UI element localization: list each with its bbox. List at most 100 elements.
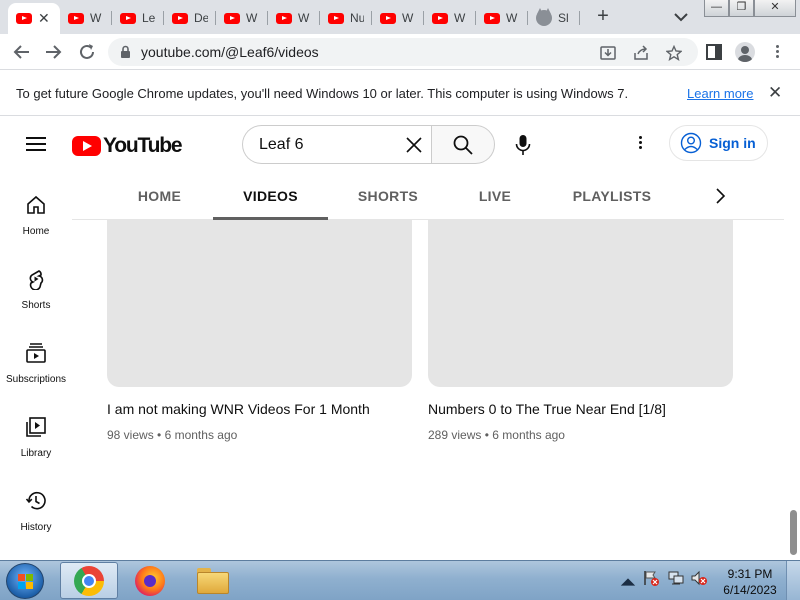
history-icon — [25, 491, 46, 510]
youtube-favicon-icon — [16, 13, 32, 24]
address-bar[interactable]: youtube.com/@Leaf6/videos — [108, 38, 698, 66]
restore-button[interactable]: ❐ — [729, 0, 754, 17]
system-clock[interactable]: 9:31 PM 6/14/2023 — [718, 566, 782, 598]
install-app-icon[interactable] — [600, 45, 616, 61]
tab-title: De — [194, 11, 208, 25]
side-panel-icon[interactable] — [705, 43, 723, 61]
tab-search-chevron-icon[interactable] — [671, 8, 691, 26]
volume-muted-icon[interactable] — [690, 569, 708, 587]
windows-taskbar: 9:31 PM 6/14/2023 — [0, 560, 800, 600]
youtube-logo[interactable]: YouTube — [72, 134, 183, 158]
minimize-button[interactable]: — — [704, 0, 729, 17]
back-arrow-icon[interactable] — [11, 41, 33, 63]
close-tab-icon[interactable]: ✕ — [38, 10, 50, 27]
chrome-menu-icon[interactable] — [776, 45, 780, 59]
tab[interactable]: De — [164, 6, 216, 30]
tab[interactable]: W — [372, 6, 424, 30]
search-query[interactable]: Leaf 6 — [259, 136, 303, 154]
taskbar-explorer[interactable] — [184, 562, 242, 599]
tab-strip: ✕ W Le De W W Nu W W W Sl + — ❐ ✕ — [0, 0, 800, 34]
tab[interactable]: W — [216, 6, 268, 30]
channel-tabs: HOME VIDEOS SHORTS LIVE PLAYLISTS — [72, 173, 784, 220]
view-count: 98 views — [107, 428, 154, 442]
tab-active[interactable]: ✕ — [8, 3, 60, 34]
microphone-icon[interactable] — [511, 133, 535, 157]
youtube-wordmark: YouTube — [103, 134, 183, 157]
tab[interactable]: Sl — [528, 6, 580, 30]
video-title[interactable]: Numbers 0 to The True Near End [1/8] — [428, 401, 666, 417]
video-metadata: 98 views • 6 months ago — [107, 428, 237, 442]
settings-menu-icon[interactable] — [639, 136, 643, 152]
youtube-play-icon — [72, 136, 101, 156]
guide-item-history[interactable]: History — [0, 490, 72, 533]
show-desktop-button[interactable] — [786, 561, 800, 600]
guide-label: Home — [22, 226, 50, 237]
tab[interactable]: W — [268, 6, 320, 30]
youtube-favicon-icon — [328, 12, 344, 24]
guide-item-home[interactable]: Home — [0, 194, 72, 237]
windows-logo-icon — [18, 574, 33, 589]
tab-shorts[interactable]: SHORTS — [346, 173, 430, 220]
sign-in-button[interactable]: Sign in — [669, 125, 768, 161]
video-thumbnail[interactable] — [428, 220, 733, 387]
new-tab-button[interactable]: + — [592, 5, 614, 27]
explorer-icon — [197, 567, 229, 594]
tab[interactable]: Nu — [320, 6, 372, 30]
video-thumbnail[interactable] — [107, 220, 412, 387]
start-button[interactable] — [6, 563, 44, 599]
close-window-button[interactable]: ✕ — [754, 0, 796, 17]
url-text[interactable]: youtube.com/@Leaf6/videos — [141, 44, 319, 60]
update-infobar: To get future Google Chrome updates, you… — [0, 71, 800, 116]
guide-item-library[interactable]: Library — [0, 416, 72, 459]
lock-icon[interactable] — [120, 45, 131, 59]
show-hidden-icons-icon[interactable] — [619, 573, 637, 591]
bookmark-star-icon[interactable] — [666, 45, 682, 61]
youtube-favicon-icon — [484, 12, 500, 24]
tab[interactable]: W — [424, 6, 476, 30]
guide-menu-icon[interactable] — [26, 137, 46, 151]
share-icon[interactable] — [633, 45, 649, 61]
shorts-icon — [29, 270, 44, 290]
tab-title: W — [90, 11, 102, 25]
tab-live[interactable]: LIVE — [468, 173, 522, 220]
search-button[interactable] — [431, 125, 495, 164]
tab-videos[interactable]: VIDEOS — [213, 173, 328, 220]
guide-label: Shorts — [21, 300, 51, 311]
tab[interactable]: W — [476, 6, 528, 30]
video-metadata: 289 views • 6 months ago — [428, 428, 565, 442]
tab-home[interactable]: HOME — [124, 173, 195, 220]
chevron-right-icon[interactable] — [712, 187, 728, 205]
clock-time: 9:31 PM — [727, 567, 773, 581]
taskbar-chrome[interactable] — [60, 562, 118, 599]
meta-separator: • — [484, 428, 489, 442]
forward-arrow-icon[interactable] — [42, 41, 64, 63]
youtube-favicon-icon — [172, 12, 188, 24]
infobar-close-icon[interactable]: ✕ — [768, 83, 782, 103]
search-input[interactable]: Leaf 6 — [242, 125, 432, 164]
view-count: 289 views — [428, 428, 482, 442]
tab-title: W — [298, 11, 310, 25]
tab-title: W — [454, 11, 466, 25]
network-icon[interactable] — [667, 569, 685, 587]
profile-avatar-icon[interactable] — [735, 42, 755, 62]
guide-item-subscriptions[interactable]: Subscriptions — [0, 342, 72, 385]
tab-title: W — [402, 11, 414, 25]
guide-item-shorts[interactable]: Shorts — [0, 268, 72, 311]
youtube-masthead: YouTube Leaf 6 Sign in — [0, 117, 800, 173]
youtube-favicon-icon — [68, 12, 84, 24]
video-title[interactable]: I am not making WNR Videos For 1 Month — [107, 401, 370, 417]
tab[interactable]: Le — [112, 6, 164, 30]
youtube-favicon-icon — [224, 12, 240, 24]
reload-icon[interactable] — [76, 41, 98, 63]
scrollbar-thumb[interactable] — [790, 510, 797, 555]
clear-search-icon[interactable] — [405, 136, 423, 154]
taskbar-firefox[interactable] — [121, 562, 179, 599]
tab-title: Sl — [558, 11, 569, 25]
tab-playlists[interactable]: PLAYLISTS — [562, 173, 662, 220]
youtube-favicon-icon — [380, 12, 396, 24]
tab[interactable]: W — [60, 6, 112, 30]
action-center-flag-icon[interactable] — [642, 569, 660, 587]
cat-favicon-icon — [536, 8, 552, 26]
home-icon — [27, 195, 45, 214]
learn-more-link[interactable]: Learn more — [687, 86, 753, 101]
